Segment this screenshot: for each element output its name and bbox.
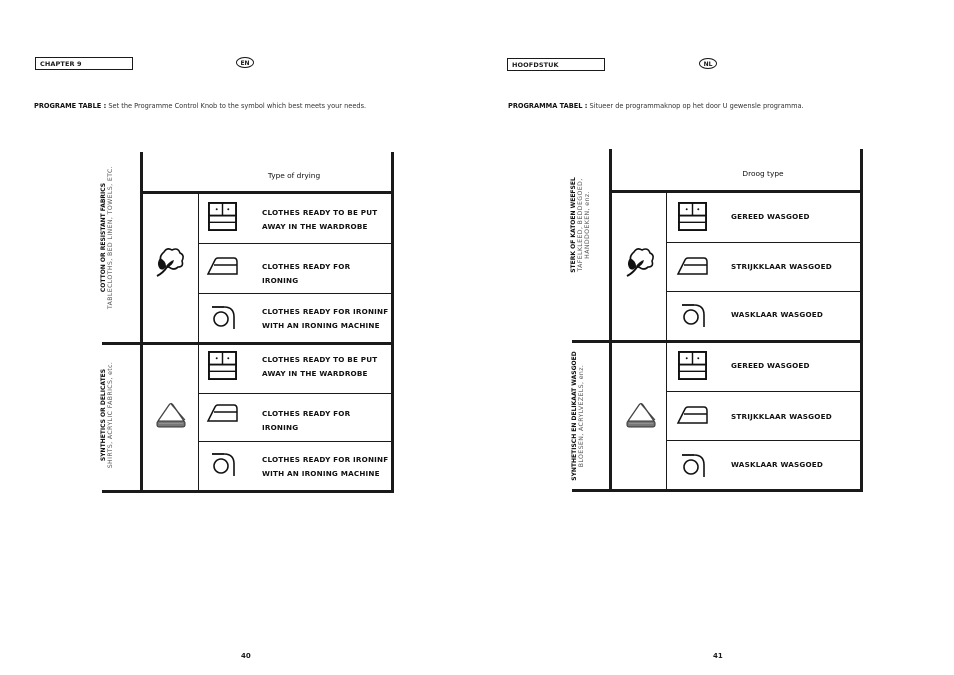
- drying-option-text: CLOTHES READY FOR IRONING: [262, 407, 350, 434]
- drying-option-text: STRIJKKLAAR WASGOED: [731, 410, 832, 424]
- option-line-2: AWAY IN THE WARDROBE: [262, 368, 368, 378]
- chapter-box: CHAPTER 9: [35, 57, 133, 70]
- fabric-title: STERK OF KATOEN WEEFSEL: [570, 177, 577, 273]
- table-header: Droog type: [742, 169, 784, 178]
- table-border-left: [140, 152, 143, 492]
- row-divider: [666, 440, 860, 441]
- chapter-box: HOOFDSTUK: [507, 58, 605, 71]
- row-divider: [198, 393, 392, 394]
- option-line-2: IRONING: [262, 275, 299, 285]
- synthetic-triangle-icon: [155, 400, 187, 430]
- intro-bold-label: PROGRAME TABLE :: [34, 102, 107, 110]
- option-line-2: AWAY IN THE WARDROBE: [262, 221, 368, 231]
- drying-option-text: CLOTHES READY FOR IRONING: [262, 260, 350, 287]
- fabric-subtitle: TABLECLOTHS, BED LINEN, TOWELS, ETC.: [107, 165, 114, 310]
- row-divider: [198, 293, 392, 294]
- ironing-machine-icon: [681, 450, 707, 478]
- ironing-machine-icon: [681, 300, 707, 328]
- option-line-2: IRONING: [262, 422, 299, 432]
- row-divider: [666, 242, 860, 243]
- row-divider: [198, 441, 392, 442]
- iron-icon: [675, 405, 709, 425]
- fabric-subtitle: TAFELKLEED, BEDDEGOED,: [577, 178, 584, 272]
- wardrobe-icon: [208, 351, 237, 380]
- table-header-divider: [140, 191, 394, 194]
- drying-option-text: WASKLAAR WASGOED: [731, 458, 823, 472]
- iron-icon: [675, 256, 709, 276]
- drying-option-text: CLOTHES READY FOR IRONINF WITH AN IRONIN…: [262, 305, 388, 332]
- ironing-machine-icon: [211, 302, 237, 330]
- drying-option-text: CLOTHES READY TO BE PUT AWAY IN THE WARD…: [262, 353, 377, 380]
- intro-text: PROGRAME TABLE : Set the Programme Contr…: [34, 102, 366, 110]
- row-divider: [198, 243, 392, 244]
- table-border-left: [609, 149, 612, 491]
- cotton-flower-icon: [624, 246, 656, 278]
- option-line-1: STRIJKKLAAR WASGOED: [731, 412, 832, 421]
- page-number: 40: [241, 652, 251, 660]
- option-line-2: WITH AN IRONING MACHINE: [262, 468, 380, 478]
- intro-description: Set the Programme Control Knob to the sy…: [106, 102, 367, 110]
- option-line-1: GEREED WASGOED: [731, 361, 810, 370]
- option-line-1: CLOTHES READY TO BE PUT: [262, 355, 378, 364]
- table-border-right: [860, 149, 863, 491]
- option-line-1: GEREED WASGOED: [731, 212, 810, 221]
- ironing-machine-icon: [211, 449, 237, 477]
- fabric-label-cotton: STERK OF KATOEN WEEFSEL TAFELKLEED, BEDD…: [570, 160, 591, 290]
- option-line-1: CLOTHES READY FOR: [262, 262, 351, 271]
- synthetic-triangle-icon: [625, 400, 657, 430]
- table-bottom-border: [572, 489, 863, 492]
- fabric-title: SYNTHETICS OR DELICATES: [100, 368, 107, 462]
- option-line-1: WASKLAAR WASGOED: [731, 460, 824, 469]
- wardrobe-icon: [208, 202, 237, 231]
- intro-text: PROGRAMMA TABEL : Situeer de programmakn…: [508, 102, 804, 110]
- drying-option-text: CLOTHES READY FOR IRONINF WITH AN IRONIN…: [262, 453, 388, 480]
- option-line-2: WITH AN IRONING MACHINE: [262, 320, 380, 330]
- cotton-flower-icon: [154, 246, 186, 278]
- option-line-1: CLOTHES READY TO BE PUT: [262, 208, 378, 217]
- drying-option-text: CLOTHES READY TO BE PUT AWAY IN THE WARD…: [262, 206, 377, 233]
- section-divider: [102, 342, 394, 345]
- fabric-label-cotton: COTTON OR RESISTANT FABRICS TABLECLOTHS,…: [100, 155, 114, 320]
- drying-option-text: WASKLAAR WASGOED: [731, 308, 823, 322]
- section-divider: [572, 340, 863, 343]
- option-line-1: WASKLAAR WASGOED: [731, 310, 824, 319]
- option-line-1: CLOTHES READY FOR IRONINF: [262, 307, 389, 316]
- wardrobe-icon: [678, 202, 707, 231]
- intro-description: Situeer de programmaknop op het door U g…: [587, 102, 804, 110]
- fabric-subtitle: HANDDOEKEN, enz.: [584, 191, 591, 259]
- row-divider: [666, 291, 860, 292]
- language-badge-en: EN: [236, 57, 254, 68]
- option-line-1: STRIJKKLAAR WASGOED: [731, 262, 832, 271]
- iron-icon: [205, 403, 239, 423]
- option-line-1: CLOTHES READY FOR IRONINF: [262, 455, 389, 464]
- table-header-divider: [609, 190, 863, 193]
- option-line-1: CLOTHES READY FOR: [262, 409, 351, 418]
- fabric-subtitle: SHIRTS, ACRYLIC FABRICS, etc.: [107, 361, 114, 469]
- fabric-subtitle: BLOESEN, ACRYLVEZELS, enz.: [578, 364, 585, 468]
- fabric-label-synthetics: SYNTHETISCH EN DELIKAAT WASGOED BLOESEN,…: [571, 345, 585, 487]
- page-number: 41: [713, 652, 723, 660]
- table-bottom-border: [102, 490, 394, 493]
- wardrobe-icon: [678, 351, 707, 380]
- drying-option-text: GEREED WASGOED: [731, 210, 810, 224]
- row-divider: [666, 391, 860, 392]
- table-header: Type of drying: [267, 171, 321, 180]
- intro-bold-label: PROGRAMMA TABEL :: [508, 102, 588, 110]
- language-badge-nl: NL: [699, 58, 717, 69]
- fabric-label-synthetics: SYNTHETICS OR DELICATES SHIRTS, ACRYLIC …: [100, 345, 114, 485]
- drying-option-text: GEREED WASGOED: [731, 359, 810, 373]
- fabric-title: SYNTHETISCH EN DELIKAAT WASGOED: [571, 351, 578, 481]
- drying-option-text: STRIJKKLAAR WASGOED: [731, 260, 832, 274]
- fabric-title: COTTON OR RESISTANT FABRICS: [100, 182, 107, 293]
- iron-icon: [205, 256, 239, 276]
